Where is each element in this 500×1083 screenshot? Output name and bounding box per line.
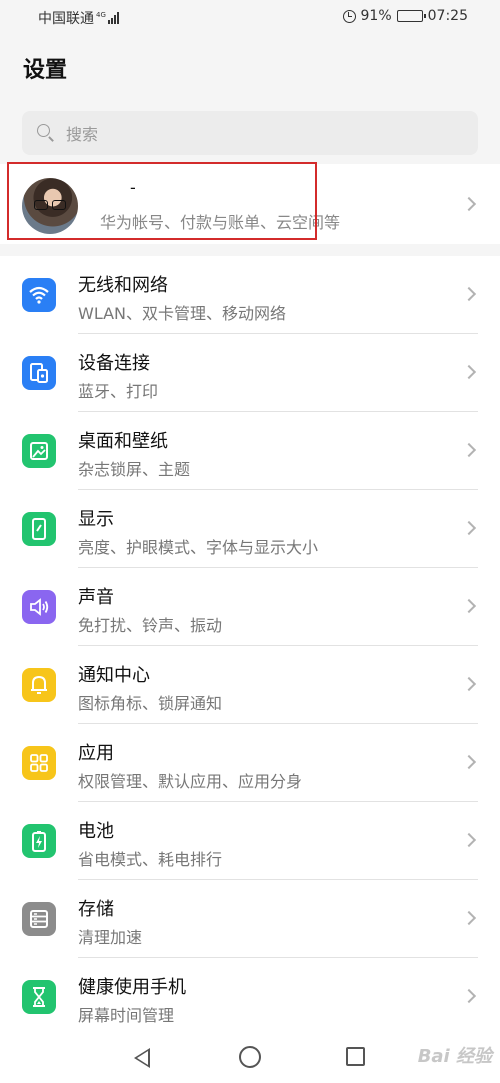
search-input[interactable]: 搜索 bbox=[22, 111, 478, 155]
hourglass-icon bbox=[22, 980, 56, 1014]
status-right: 91% 07:25 bbox=[342, 8, 468, 24]
chevron-right-icon bbox=[461, 364, 477, 380]
settings-item-title: 桌面和壁纸 bbox=[78, 431, 168, 452]
settings-item-desktop-wallpaper[interactable]: 桌面和壁纸 杂志锁屏、主题 bbox=[0, 412, 500, 490]
settings-item-battery[interactable]: 电池 省电模式、耗电排行 bbox=[0, 802, 500, 880]
settings-item-subtitle: 蓝牙、打印 bbox=[78, 382, 159, 401]
settings-list: 无线和网络 WLAN、双卡管理、移动网络 设备连接 蓝牙、打印 桌面和壁纸 杂志… bbox=[0, 256, 500, 1034]
settings-item-subtitle: WLAN、双卡管理、移动网络 bbox=[78, 304, 287, 323]
settings-item-subtitle: 亮度、护眼模式、字体与显示大小 bbox=[78, 538, 319, 557]
alarm-icon bbox=[342, 9, 356, 23]
wallpaper-icon bbox=[22, 434, 56, 468]
chevron-right-icon bbox=[461, 442, 477, 458]
chevron-right-icon bbox=[461, 196, 477, 212]
apps-grid-icon bbox=[22, 746, 56, 780]
chevron-right-icon bbox=[461, 598, 477, 614]
signal-icon bbox=[107, 12, 119, 24]
settings-item-sound[interactable]: 声音 免打扰、铃声、振动 bbox=[0, 568, 500, 646]
network-type-label: 4G bbox=[96, 10, 106, 19]
settings-item-title: 健康使用手机 bbox=[78, 977, 186, 998]
settings-item-subtitle: 权限管理、默认应用、应用分身 bbox=[78, 772, 303, 791]
settings-item-device-connection[interactable]: 设备连接 蓝牙、打印 bbox=[0, 334, 500, 412]
chevron-right-icon bbox=[461, 520, 477, 536]
bell-icon bbox=[22, 668, 56, 702]
chevron-right-icon bbox=[461, 754, 477, 770]
display-icon bbox=[22, 512, 56, 546]
chevron-right-icon bbox=[461, 910, 477, 926]
settings-item-subtitle: 屏幕时间管理 bbox=[78, 1006, 175, 1025]
settings-item-title: 声音 bbox=[78, 587, 114, 608]
settings-item-apps[interactable]: 应用 权限管理、默认应用、应用分身 bbox=[0, 724, 500, 802]
status-left: 中国联通 4G bbox=[38, 8, 119, 28]
settings-item-title: 存储 bbox=[78, 899, 114, 920]
status-bar: 中国联通 4G 91% 07:25 bbox=[0, 0, 500, 36]
settings-item-subtitle: 图标角标、锁屏通知 bbox=[78, 694, 223, 713]
back-icon[interactable] bbox=[134, 1048, 150, 1068]
device-connection-icon bbox=[22, 356, 56, 390]
wifi-icon bbox=[22, 278, 56, 312]
chevron-right-icon bbox=[461, 832, 477, 848]
clock: 07:25 bbox=[427, 8, 468, 24]
settings-item-title: 电池 bbox=[78, 821, 114, 842]
chevron-right-icon bbox=[461, 286, 477, 302]
home-icon[interactable] bbox=[239, 1046, 261, 1068]
highlight-annotation bbox=[7, 162, 317, 240]
carrier-label: 中国联通 bbox=[38, 11, 94, 27]
settings-item-storage[interactable]: 存储 清理加速 bbox=[0, 880, 500, 958]
settings-item-subtitle: 杂志锁屏、主题 bbox=[78, 460, 191, 479]
settings-item-title: 通知中心 bbox=[78, 665, 150, 686]
settings-item-title: 应用 bbox=[78, 743, 114, 764]
storage-icon bbox=[22, 902, 56, 936]
settings-item-title: 设备连接 bbox=[78, 353, 150, 374]
battery-icon bbox=[22, 824, 56, 858]
page-title: 设置 bbox=[23, 58, 68, 83]
sound-icon bbox=[22, 590, 56, 624]
settings-item-subtitle: 省电模式、耗电排行 bbox=[78, 850, 223, 869]
chevron-right-icon bbox=[461, 988, 477, 1004]
settings-item-subtitle: 清理加速 bbox=[78, 928, 143, 947]
settings-item-digital-balance[interactable]: 健康使用手机 屏幕时间管理 bbox=[0, 958, 500, 1036]
recent-apps-icon[interactable] bbox=[346, 1047, 365, 1066]
search-placeholder: 搜索 bbox=[66, 125, 99, 144]
settings-item-notification-center[interactable]: 通知中心 图标角标、锁屏通知 bbox=[0, 646, 500, 724]
search-icon bbox=[36, 123, 56, 143]
chevron-right-icon bbox=[461, 676, 477, 692]
settings-item-wireless-network[interactable]: 无线和网络 WLAN、双卡管理、移动网络 bbox=[0, 256, 500, 334]
watermark: Bai 经验 bbox=[417, 1046, 492, 1067]
settings-item-subtitle: 免打扰、铃声、振动 bbox=[78, 616, 223, 635]
settings-item-title: 无线和网络 bbox=[78, 275, 168, 296]
battery-percent: 91% bbox=[360, 8, 392, 24]
settings-item-title: 显示 bbox=[78, 509, 114, 530]
battery-status-icon bbox=[396, 10, 426, 22]
settings-item-display[interactable]: 显示 亮度、护眼模式、字体与显示大小 bbox=[0, 490, 500, 568]
